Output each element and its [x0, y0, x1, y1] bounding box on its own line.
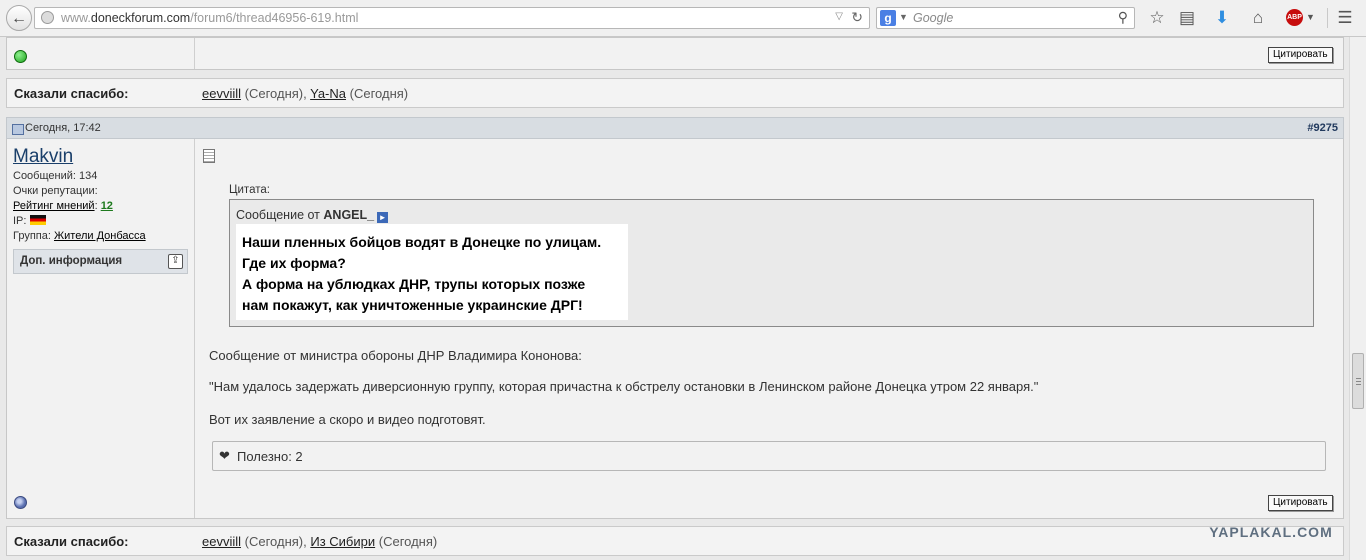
quote-author: ANGEL_ [323, 208, 375, 222]
thanks-label: Сказали спасибо: [14, 534, 129, 549]
rating-value[interactable]: 12 [101, 200, 113, 212]
user-group-label: Группа: [13, 230, 51, 242]
thanks-time: (Сегодня) [378, 534, 438, 549]
post-user-cell: Makvin Сообщений: 134 Очки репутации: Ре… [7, 139, 195, 518]
quoted-line: Наши пленных бойцов водят в Донецке по у… [242, 234, 602, 250]
search-engine-icon[interactable]: g [880, 10, 896, 26]
post-text-line: "Нам удалось задержать диверсионную груп… [209, 379, 1039, 394]
thanks-label: Сказали спасибо: [14, 86, 129, 101]
star-icon[interactable]: ☆ [1145, 6, 1169, 30]
user-group: Группа: Жители Донбасса [13, 230, 146, 242]
more-info-toggle[interactable]: Доп. информация ⇪ [13, 249, 188, 274]
url-dropdown-icon[interactable]: ▽ [835, 11, 843, 22]
scrollbar-thumb[interactable] [1352, 353, 1364, 409]
user-reputation-label: Очки репутации: [13, 185, 98, 197]
quote-block: Сообщение от ANGEL_ ► Наши пленных бойцов… [229, 199, 1314, 327]
quoted-line: А форма на ублюдках ДНР, трупы которых п… [242, 276, 586, 292]
search-engine-dropdown-icon[interactable]: ▼ [899, 12, 908, 22]
user-posts-label: Сообщений: [13, 170, 76, 182]
online-status-icon [14, 50, 27, 63]
address-bar[interactable]: www.doneckforum.com/forum6/thread46956-6… [34, 7, 870, 29]
user-ip-label: IP: [13, 215, 27, 227]
rating-link[interactable]: Рейтинг мнений [13, 200, 95, 212]
post-document-icon [203, 149, 215, 163]
quote-label: Цитата: [229, 184, 270, 196]
scrollbar-grip [1356, 381, 1361, 382]
heart-icon[interactable]: ❤ [219, 448, 230, 464]
thanks-row: Сказали спасибо: eevviill (Сегодня), Ya-… [6, 78, 1344, 108]
post-header: Сегодня, 17:42 #9275 [6, 117, 1344, 139]
scrollbar-grip [1356, 378, 1361, 379]
quoted-line: Где их форма? [242, 255, 346, 271]
thanks-user-link[interactable]: Ya-Na [310, 86, 346, 101]
home-icon[interactable]: ⌂ [1246, 6, 1270, 30]
quote-source-prefix: Сообщение от [236, 208, 320, 222]
url-path: /forum6/thread46956-619.html [190, 11, 359, 25]
reading-list-icon[interactable]: ▤ [1175, 6, 1199, 30]
thanks-list: eevviill (Сегодня), Из Сибири (Сегодня) [202, 534, 437, 549]
vertical-scrollbar[interactable] [1349, 37, 1366, 560]
download-icon[interactable]: ⬇ [1210, 6, 1234, 30]
adblock-icon[interactable]: ABP [1286, 9, 1303, 26]
user-group-link[interactable]: Жители Донбасса [54, 230, 146, 242]
thanks-time: (Сегодня) [244, 86, 304, 101]
expand-icon[interactable]: ⇪ [168, 254, 183, 269]
thanks-user-link[interactable]: Из Сибири [310, 534, 375, 549]
url-prefix: www. [61, 11, 91, 25]
prev-post-footer: Цитировать [6, 37, 1344, 70]
address-url[interactable]: www.doneckforum.com/forum6/thread46956-6… [61, 11, 358, 25]
germany-flag-icon [29, 215, 46, 225]
user-posts-count: Сообщений: 134 [13, 170, 97, 182]
quote-button[interactable]: Цитировать [1268, 47, 1333, 63]
thanks-row: Сказали спасибо: eevviill (Сегодня), Из … [6, 526, 1344, 556]
adblock-dropdown-icon[interactable]: ▼ [1306, 12, 1315, 22]
quoted-line: нам покажут, как уничтоженные украинские… [242, 297, 583, 313]
username-link[interactable]: Makvin [13, 146, 73, 168]
search-bar[interactable]: g ▼ Google ⚲ [876, 7, 1135, 29]
more-info-label: Доп. информация [20, 255, 123, 267]
post-text-line: Вот их заявление а скоро и видео подгото… [209, 412, 486, 427]
prev-post-user-cell [7, 38, 195, 69]
search-icon[interactable]: ⚲ [1118, 9, 1128, 26]
reload-icon[interactable]: ↻ [851, 9, 863, 26]
quote-button[interactable]: Цитировать [1268, 495, 1333, 511]
useful-box: ❤ Полезно: 2 [212, 441, 1326, 471]
thanks-time: (Сегодня) [244, 534, 304, 549]
url-domain: doneckforum.com [90, 11, 191, 25]
globe-icon [41, 11, 54, 24]
view-post-arrow-icon[interactable]: ► [377, 212, 389, 223]
post-status-icon [12, 124, 24, 135]
post-number-link[interactable]: #9275 [1307, 122, 1338, 134]
quote-source: Сообщение от ANGEL_ ► [236, 208, 389, 223]
thanks-list: eevviill (Сегодня), Ya-Na (Сегодня) [202, 86, 408, 101]
user-rating: Рейтинг мнений: 12 [13, 200, 113, 212]
useful-count: Полезно: 2 [237, 449, 303, 464]
thanks-user-link[interactable]: eevviill [202, 534, 241, 549]
menu-icon[interactable]: ☰ [1333, 6, 1357, 30]
watermark-logo: YAPLAKAL.COM [1209, 524, 1333, 540]
browser-toolbar: ← www.doneckforum.com/forum6/thread46956… [0, 0, 1366, 37]
thanks-time: (Сегодня) [349, 86, 409, 101]
back-arrow-icon[interactable]: ← [6, 5, 32, 31]
post-body: Makvin Сообщений: 134 Очки репутации: Ре… [6, 139, 1344, 519]
quoted-image: Наши пленных бойцов водят в Донецке по у… [236, 224, 628, 320]
search-input[interactable]: Google [913, 11, 953, 25]
user-posts-value: 134 [79, 170, 98, 182]
post-text-line: Сообщение от министра обороны ДНР Владим… [209, 348, 582, 363]
user-ip: IP: [13, 215, 46, 227]
scrollbar-grip [1356, 384, 1361, 385]
post-date: Сегодня, 17:42 [25, 122, 101, 134]
offline-status-icon [14, 496, 27, 509]
toolbar-separator [1327, 8, 1328, 28]
thanks-user-link[interactable]: eevviill [202, 86, 241, 101]
forum-page: Цитировать Сказали спасибо: eevviill (Се… [0, 37, 1349, 560]
